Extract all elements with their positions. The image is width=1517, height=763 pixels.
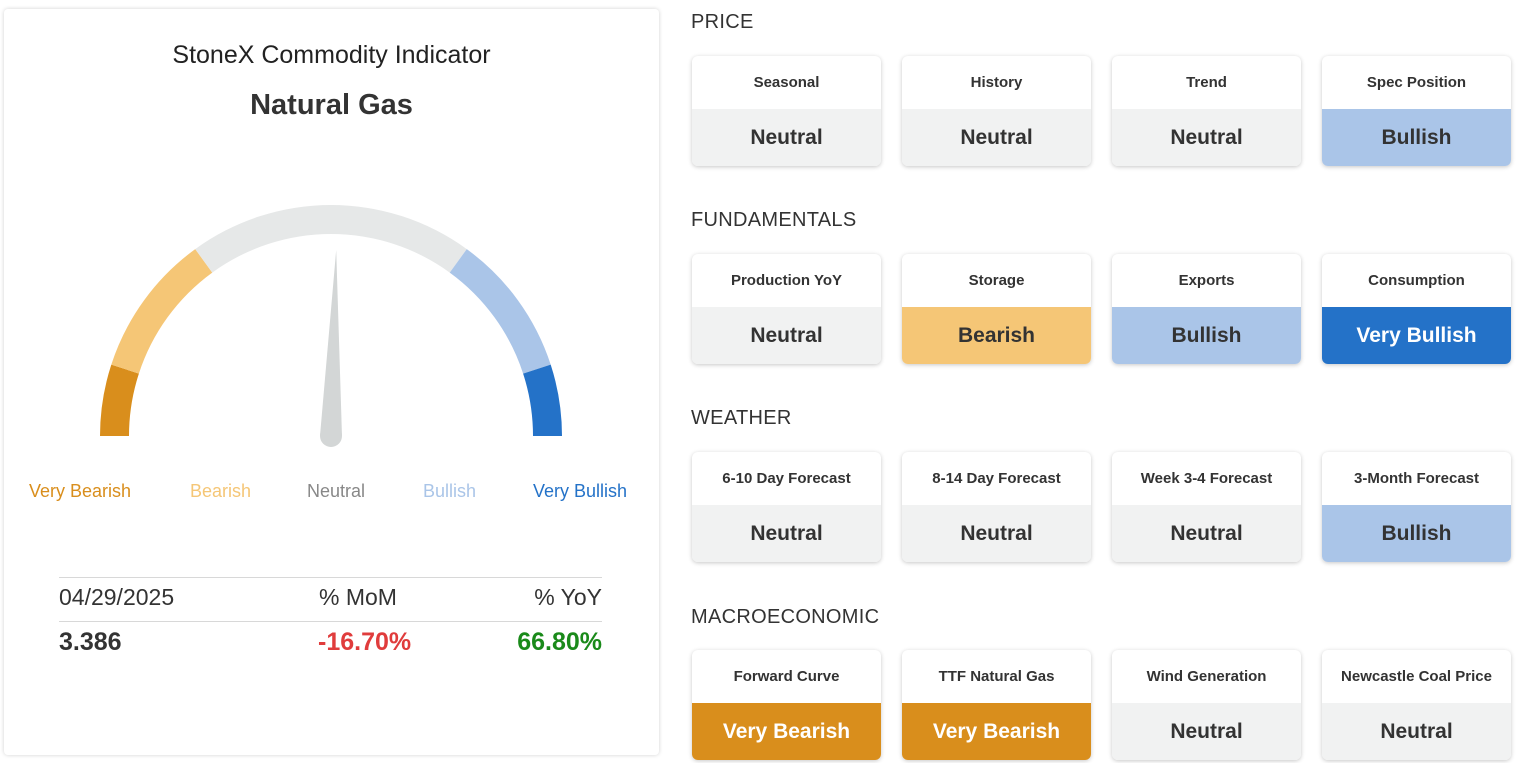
indicator-label: Production YoY — [730, 272, 843, 289]
gauge-segment-very-bullish — [523, 364, 562, 436]
indicator-0-0-card[interactable]: Seasonal Neutral — [692, 56, 881, 166]
stats-yoy-label: % YoY — [534, 584, 602, 610]
indicator-value: Neutral — [1112, 109, 1301, 166]
gauge-needle — [320, 250, 342, 437]
indicator-label: Forward Curve — [733, 668, 840, 685]
gauge-label-bearish: Bearish — [190, 481, 252, 501]
indicator-0-3-card[interactable]: Spec Position Bullish — [1322, 56, 1511, 166]
indicator-label: Spec Position — [1366, 74, 1467, 91]
indicator-label: Exports — [1178, 272, 1235, 289]
indicator-0-2-card[interactable]: Trend Neutral — [1112, 56, 1301, 166]
gauge-needle-hub — [320, 425, 342, 447]
indicator-value: Bullish — [1112, 307, 1301, 364]
indicator-value: Very Bullish — [1322, 307, 1511, 364]
indicator-value: Neutral — [692, 109, 881, 166]
indicator-3-0-card[interactable]: Forward Curve Very Bearish — [692, 650, 881, 760]
indicator-2-3-card[interactable]: 3-Month Forecast Bullish — [1322, 452, 1511, 562]
indicator-value: Very Bearish — [902, 703, 1091, 760]
gauge-segment-bullish — [449, 249, 551, 374]
indicator-value: Neutral — [902, 505, 1091, 562]
indicator-value: Bullish — [1322, 109, 1511, 166]
indicator-value: Neutral — [1322, 703, 1511, 760]
indicator-value: Bullish — [1322, 505, 1511, 562]
section-title-price: PRICE — [691, 11, 754, 33]
indicator-1-1-card[interactable]: Storage Bearish — [902, 254, 1091, 364]
gauge-card: StoneX Commodity Indicator Natural Gas V… — [4, 9, 659, 755]
indicator-label: Trend — [1186, 74, 1227, 91]
indicator-label: Newcastle Coal Price — [1341, 668, 1492, 685]
indicator-label: TTF Natural Gas — [938, 668, 1055, 685]
indicator-value: Bearish — [902, 307, 1091, 364]
indicator-3-1-card[interactable]: TTF Natural Gas Very Bearish — [902, 650, 1091, 760]
indicator-label: History — [970, 74, 1023, 91]
indicator-label: 8-14 Day Forecast — [932, 470, 1061, 487]
gauge-segment-bearish — [111, 249, 213, 374]
indicator-value: Neutral — [1112, 505, 1301, 562]
gauge-label-very-bullish: Very Bullish — [533, 481, 628, 501]
indicator-label: Wind Generation — [1146, 668, 1267, 685]
stats-divider-top — [59, 577, 602, 578]
indicator-value: Neutral — [692, 307, 881, 364]
gauge-label-neutral: Neutral — [307, 481, 366, 501]
indicator-2-1-card[interactable]: 8-14 Day Forecast Neutral — [902, 452, 1091, 562]
stats-yoy-value: 66.80% — [517, 628, 602, 656]
gauge-label-bullish: Bullish — [423, 481, 477, 501]
section-title-weather: WEATHER — [691, 407, 792, 429]
sentiment-gauge — [100, 205, 562, 447]
indicator-label: 3-Month Forecast — [1353, 470, 1479, 487]
section-title-macroeconomic: MACROECONOMIC — [691, 606, 880, 628]
indicator-label: Consumption — [1368, 272, 1465, 289]
indicator-value: Very Bearish — [692, 703, 881, 760]
indicator-label: Week 3-4 Forecast — [1140, 470, 1273, 487]
indicator-label: Seasonal — [753, 74, 820, 91]
indicator-label: 6-10 Day Forecast — [722, 470, 851, 487]
stats-divider — [59, 621, 602, 622]
gauge-segment-neutral — [195, 205, 467, 273]
indicator-3-2-card[interactable]: Wind Generation Neutral — [1112, 650, 1301, 760]
indicator-1-2-card[interactable]: Exports Bullish — [1112, 254, 1301, 364]
indicator-1-3-card[interactable]: Consumption Very Bullish — [1322, 254, 1511, 364]
indicator-3-3-card[interactable]: Newcastle Coal Price Neutral — [1322, 650, 1511, 760]
indicator-value: Neutral — [692, 505, 881, 562]
gauge-segment-very-bearish — [100, 364, 139, 436]
indicator-0-1-card[interactable]: History Neutral — [902, 56, 1091, 166]
stats-mom-value: -16.70% — [318, 628, 412, 656]
stats-mom-label: % MoM — [319, 584, 397, 610]
gauge-label-very-bearish: Very Bearish — [29, 481, 132, 501]
indicator-1-0-card[interactable]: Production YoY Neutral — [692, 254, 881, 364]
indicator-2-2-card[interactable]: Week 3-4 Forecast Neutral — [1112, 452, 1301, 562]
indicator-value: Neutral — [902, 109, 1091, 166]
section-title-fundamentals: FUNDAMENTALS — [691, 209, 857, 231]
indicator-value: Neutral — [1112, 703, 1301, 760]
indicator-2-0-card[interactable]: 6-10 Day Forecast Neutral — [692, 452, 881, 562]
stats-date: 04/29/2025 — [59, 584, 175, 610]
indicator-label: Storage — [968, 272, 1025, 289]
stats-price: 3.386 — [59, 628, 122, 656]
